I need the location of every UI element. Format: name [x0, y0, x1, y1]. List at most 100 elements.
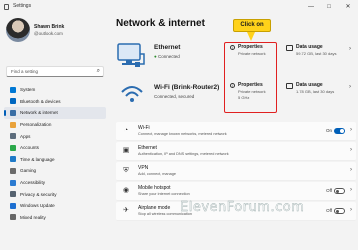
search-input[interactable]: Find a setting ⌕ — [6, 66, 104, 77]
sidebar-item-label: Accounts — [20, 145, 39, 151]
highlight-box — [224, 42, 277, 113]
watermark: ElevenForum.com — [180, 200, 305, 215]
sidebar-item-system[interactable]: System — [4, 84, 106, 96]
window-title: Settings — [13, 3, 32, 9]
page-title: Network & internet — [116, 18, 205, 29]
minimize-button[interactable]: — — [306, 2, 316, 12]
connection-status: ● Connected — [154, 54, 180, 59]
data-usage-detail: 59.72 GB, last 30 days — [296, 51, 337, 56]
sidebar-item-label: Gaming — [20, 168, 37, 174]
chevron-right-icon: › — [350, 207, 352, 213]
sidebar-item-time-language[interactable]: Time & language — [4, 154, 106, 166]
sidebar-item-windows-update[interactable]: Windows Update — [4, 200, 106, 212]
sidebar-item-label: Time & language — [20, 156, 55, 162]
sidebar-item-bluetooth-devices[interactable]: Bluetooth & devices — [4, 96, 106, 108]
data-usage-icon — [286, 83, 293, 89]
clock-globe-icon — [10, 156, 16, 163]
sidebar-item-label: Privacy & security — [20, 191, 57, 197]
sidebar-item-label: Network & internet — [20, 110, 58, 116]
chevron-right-icon: › — [350, 147, 352, 153]
settings-window: Settings — □ ✕ Shawn Brink @outlook.com … — [0, 0, 358, 250]
connected-icon: ● — [154, 54, 157, 59]
sidebar-item-label: Apps — [20, 133, 31, 139]
shield-icon — [10, 191, 16, 198]
sidebar-item-accounts[interactable]: Accounts — [4, 142, 106, 154]
sidebar-item-label: Bluetooth & devices — [20, 98, 61, 104]
sidebar-item-label: Personalization — [20, 122, 52, 128]
controller-icon — [10, 167, 16, 174]
toggle-state-label: Off — [326, 188, 332, 193]
sidebar-nav: System Bluetooth & devices Network & inter… — [4, 84, 106, 223]
update-icon — [10, 202, 16, 209]
sidebar-item-label: Accessibility — [20, 180, 46, 186]
sidebar-item-personalization[interactable]: Personalization — [4, 119, 106, 131]
settings-app-icon — [4, 4, 9, 10]
ethernet-icon — [117, 43, 145, 67]
accessibility-icon — [10, 179, 16, 186]
avatar[interactable] — [6, 18, 30, 42]
connection-name: Wi-Fi (Brink-Router2) — [154, 84, 220, 91]
sidebar-item-apps[interactable]: Apps — [4, 130, 106, 142]
user-email: @outlook.com — [34, 31, 63, 36]
connection-name: Ethernet — [154, 44, 181, 51]
data-usage-label: Data usage — [296, 82, 323, 88]
apps-icon — [10, 133, 16, 140]
settings-row-ethernet[interactable]: ▣ Ethernet Authentication, IP and DNS sett… — [116, 142, 356, 161]
chevron-right-icon: › — [349, 46, 351, 52]
search-icon[interactable]: ⌕ — [97, 68, 100, 75]
sidebar-item-accessibility[interactable]: Accessibility — [4, 177, 106, 189]
sidebar-item-gaming[interactable]: Gaming — [4, 165, 106, 177]
row-subtitle: Authentication, IP and DNS settings, met… — [138, 152, 229, 156]
row-title: Airplane mode — [138, 205, 171, 211]
data-usage-icon — [286, 45, 293, 51]
vpn-icon: ⛨ — [123, 167, 129, 174]
maximize-button[interactable]: □ — [324, 2, 334, 12]
settings-row-vpn[interactable]: ⛨ VPN Add, connect, manage › — [116, 162, 356, 181]
row-subtitle: Connect, manage known networks, metered … — [138, 132, 227, 136]
ethernet-icon: ▣ — [122, 147, 130, 154]
connection-status-text: Connected — [157, 54, 180, 59]
sidebar-item-label: Windows Update — [20, 203, 55, 209]
data-usage-detail: 1.78 GB, last 30 days — [296, 89, 335, 94]
settings-row-mobile-hotspot[interactable]: ◉ Mobile hotspot Share your internet conne… — [116, 182, 356, 201]
toggle-switch[interactable] — [334, 188, 345, 194]
sidebar-item-mixed-reality[interactable]: Mixed reality — [4, 212, 106, 224]
bluetooth-icon — [10, 98, 16, 105]
callout-label: Click on — [233, 19, 271, 32]
row-subtitle: Share your internet connection — [138, 192, 190, 196]
toggle-switch[interactable] — [334, 128, 345, 134]
network-icon — [10, 109, 16, 116]
sidebar: Shawn Brink @outlook.com Find a setting … — [0, 14, 108, 250]
connection-status: Connected, secured — [154, 94, 195, 99]
row-title: Wi-Fi — [138, 125, 150, 131]
settings-row-wi-fi[interactable]: ◔ Wi-Fi Connect, manage known networks, me… — [116, 122, 356, 141]
row-title: Mobile hotspot — [138, 185, 171, 191]
brush-icon — [10, 121, 16, 128]
person-icon — [10, 144, 16, 151]
sidebar-item-label: System — [20, 87, 36, 93]
row-title: Ethernet — [138, 145, 157, 151]
row-subtitle: Add, connect, manage — [138, 172, 176, 176]
toggle-state-label: Off — [326, 208, 332, 213]
close-button[interactable]: ✕ — [343, 2, 353, 12]
chevron-right-icon: › — [350, 127, 352, 133]
toggle-state-label: On — [325, 128, 332, 133]
callout-arrow — [247, 32, 255, 41]
chevron-right-icon: › — [350, 167, 352, 173]
wifi-icon — [121, 86, 143, 102]
sidebar-item-network-internet[interactable]: Network & internet — [4, 107, 106, 119]
user-name: Shawn Brink — [34, 24, 65, 30]
toggle-switch[interactable] — [334, 208, 345, 214]
chevron-right-icon: › — [349, 84, 351, 90]
data-usage-button-wifi[interactable]: Data usage 1.78 GB, last 30 days › — [284, 80, 354, 100]
hotspot-icon: ◉ — [122, 187, 130, 194]
chevron-right-icon: › — [350, 187, 352, 193]
monitor-icon — [10, 86, 16, 93]
title-bar: Settings — □ ✕ — [0, 0, 358, 14]
sidebar-item-label: Mixed reality — [20, 214, 46, 220]
data-usage-button-ethernet[interactable]: Data usage 59.72 GB, last 30 days › — [284, 42, 354, 62]
row-title: VPN — [138, 165, 149, 171]
sidebar-item-privacy-security[interactable]: Privacy & security — [4, 188, 106, 200]
data-usage-label: Data usage — [296, 44, 323, 50]
wifi-icon: ◔ — [123, 127, 129, 134]
